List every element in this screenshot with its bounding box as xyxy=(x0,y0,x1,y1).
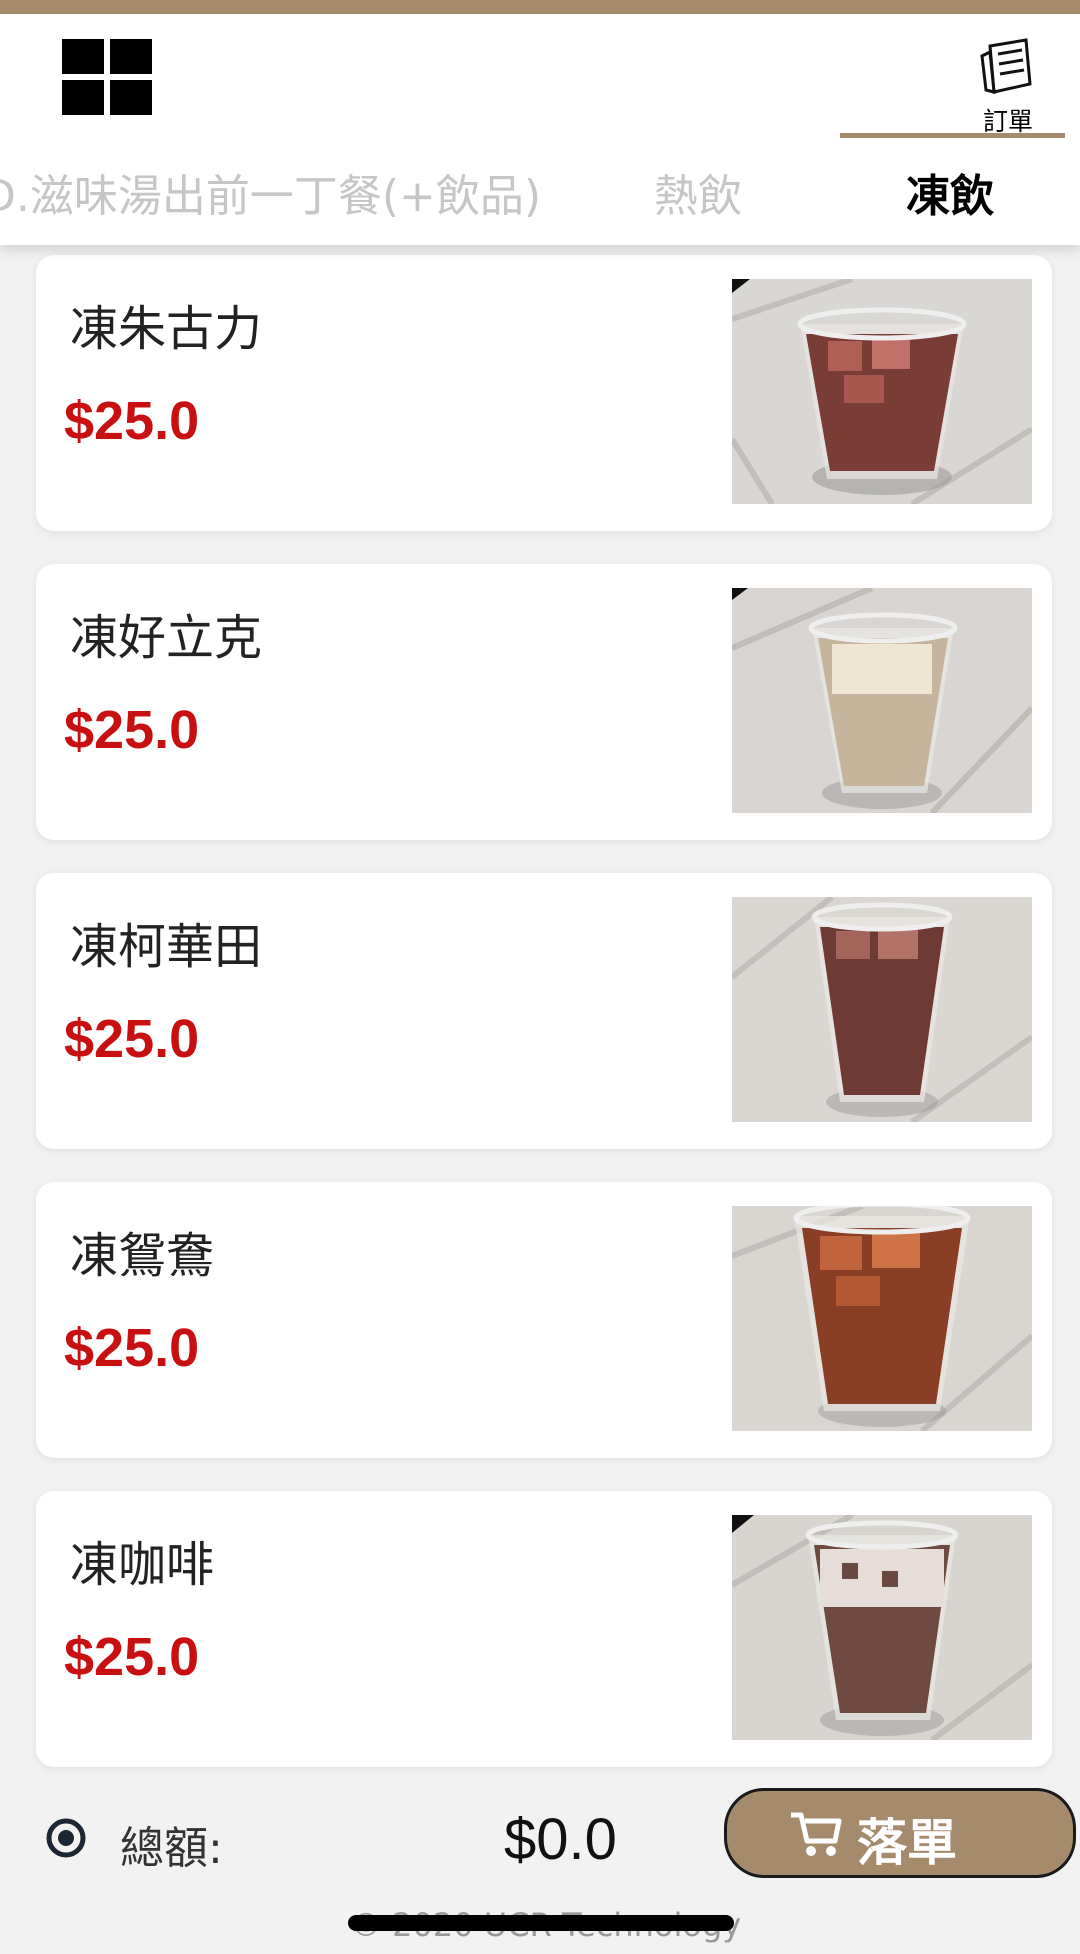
total-value: $0.0 xyxy=(504,1807,617,1872)
item-name: 凍咖啡 xyxy=(70,1537,215,1593)
cart-plus-icon xyxy=(791,1812,842,1856)
app-header: 訂單 D.滋味湯出前一丁餐(+飲品) 熱飲 凍飲 xyxy=(0,14,1080,245)
submit-label: 落單 xyxy=(857,1814,957,1872)
category-tabs: D.滋味湯出前一丁餐(+飲品) 熱飲 凍飲 xyxy=(0,154,1080,234)
grid-icon[interactable] xyxy=(62,39,152,115)
total-label: 總額: xyxy=(120,1823,223,1874)
item-name: 凍好立克 xyxy=(70,610,263,666)
item-price: $25.0 xyxy=(64,1318,200,1378)
item-price: $25.0 xyxy=(64,391,200,451)
top-accent-strip xyxy=(0,0,1080,14)
tab-set-d[interactable]: D.滋味湯出前一丁餐(+飲品) xyxy=(0,160,541,224)
menu-item-card[interactable]: 凍鴛鴦 $25.0 xyxy=(36,1182,1052,1458)
home-indicator xyxy=(348,1915,734,1931)
menu-item-card[interactable]: 凍朱古力 $25.0 xyxy=(36,255,1052,531)
submit-order-button[interactable]: 落單 xyxy=(724,1788,1076,1878)
item-name: 凍朱古力 xyxy=(70,301,263,357)
menu-item-card[interactable]: 凍柯華田 $25.0 xyxy=(36,873,1052,1149)
item-photo xyxy=(732,1515,1032,1740)
active-tab-indicator xyxy=(840,133,1065,138)
receipt-icon xyxy=(980,38,1032,94)
item-photo xyxy=(732,279,1032,504)
menu-item-card[interactable]: 凍好立克 $25.0 xyxy=(36,564,1052,840)
item-name: 凍柯華田 xyxy=(70,919,263,975)
item-price: $25.0 xyxy=(64,700,200,760)
menu-item-card[interactable]: 凍咖啡 $25.0 xyxy=(36,1491,1052,1767)
tab-cold-drinks[interactable]: 凍飲 xyxy=(906,160,994,224)
radio-target-icon[interactable] xyxy=(46,1818,86,1858)
item-photo xyxy=(732,897,1032,1122)
tab-hot-drinks[interactable]: 熱飲 xyxy=(654,160,742,224)
item-name: 凍鴛鴦 xyxy=(70,1228,215,1284)
item-price: $25.0 xyxy=(64,1009,200,1069)
item-photo xyxy=(732,1206,1032,1431)
item-price: $25.0 xyxy=(64,1627,200,1687)
order-button[interactable]: 訂單 xyxy=(968,34,1048,136)
order-footer: 總額: $0.0 © 2020 UCR Technology 落單 xyxy=(0,1780,1080,1954)
item-photo xyxy=(732,588,1032,813)
